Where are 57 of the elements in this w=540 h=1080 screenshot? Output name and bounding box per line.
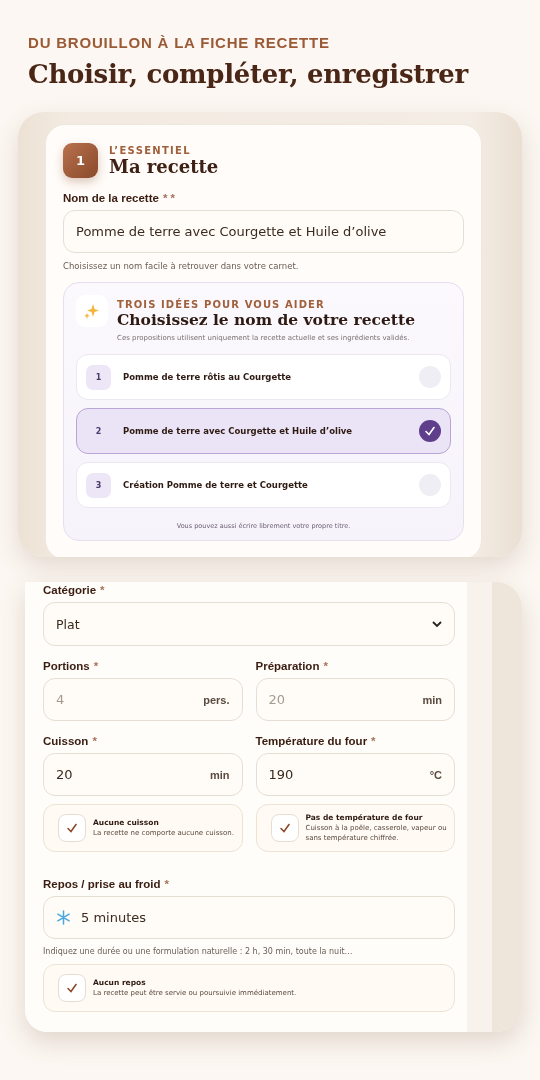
unit-label: °C: [429, 768, 442, 781]
check-icon: [66, 982, 78, 994]
suggestion-option[interactable]: 3 Création Pomme de terre et Courgette: [76, 462, 451, 508]
option-number: 2: [94, 425, 103, 438]
check-icon: [66, 822, 78, 834]
checkbox[interactable]: [270, 814, 299, 842]
field-label: Repos / prise au froid: [43, 878, 161, 890]
option-label: Pomme de terre rôtis au Courgette: [123, 372, 293, 382]
text-input[interactable]: 5 minutes: [81, 897, 442, 938]
field-hint: Indiquez une durée ou une formulation naturelle : 2 h, 30 min, toute la nuit…: [43, 947, 354, 956]
field-label: Température du four: [255, 735, 368, 747]
number-field[interactable]: 20 min: [255, 678, 455, 721]
checkbox[interactable]: [58, 814, 86, 842]
chevron-down-icon: [432, 620, 442, 628]
step-badge: 1: [63, 143, 98, 178]
field-label: Cuisson: [43, 735, 89, 747]
required-mark: *: [323, 660, 328, 672]
number-field[interactable]: 20 min: [43, 753, 243, 796]
field-hint: Choisissez un nom facile à retrouver dans votre carnet.: [63, 261, 300, 271]
field-label: Préparation: [255, 660, 320, 672]
text-input[interactable]: 20: [56, 754, 200, 795]
option-number: 1: [86, 364, 111, 390]
number-field[interactable]: 4 pers.: [43, 678, 243, 721]
text-input[interactable]: 190: [268, 754, 420, 795]
required-mark: * *: [162, 192, 176, 204]
required-mark: *: [93, 660, 99, 672]
text-input[interactable]: 20: [268, 679, 413, 720]
suggestion-option[interactable]: 1 Pomme de terre rôtis au Courgette: [76, 354, 451, 400]
check-icon: [424, 425, 436, 437]
suggestion-option[interactable]: 2 Pomme de terre avec Courgette et Huile d’olive: [76, 408, 451, 454]
number-field[interactable]: 190 °C: [255, 753, 455, 796]
required-mark: *: [371, 735, 376, 747]
unit-label: min: [422, 693, 442, 706]
unit-label: min: [209, 768, 230, 781]
panel-heading: Choisissez le nom de votre recette: [117, 310, 416, 329]
field-label: Catégorie: [43, 584, 97, 596]
field-label: Portions: [43, 660, 90, 672]
option-label: Pomme de terre avec Courgette et Huile d’olive: [123, 426, 354, 436]
field-label: Nom de la recette: [63, 192, 159, 204]
rest-field[interactable]: 5 minutes: [43, 896, 455, 939]
text-input[interactable]: 4: [56, 679, 194, 720]
check-icon: [278, 822, 291, 834]
unit-label: pers.: [203, 693, 230, 706]
option-label: Création Pomme de terre et Courgette: [123, 480, 309, 490]
required-mark: *: [92, 735, 97, 747]
eyebrow: DU BROUILLON À LA FICHE RECETTE: [28, 34, 331, 51]
section-kicker: L’ESSENTIEL: [109, 144, 192, 156]
option-number: 3: [86, 472, 111, 498]
checkbox[interactable]: [58, 974, 86, 1002]
required-mark: *: [164, 878, 170, 890]
panel-kicker: TROIS IDÉES POUR VOUS AIDER: [117, 299, 326, 310]
category-select[interactable]: Plat: [43, 602, 455, 646]
page-title: Choisir, compléter, enregistrer: [28, 59, 470, 89]
required-mark: *: [100, 584, 105, 596]
section-heading: Ma recette: [109, 155, 219, 177]
sparkle-icon: [76, 295, 108, 327]
snowflake-icon: [56, 910, 71, 925]
